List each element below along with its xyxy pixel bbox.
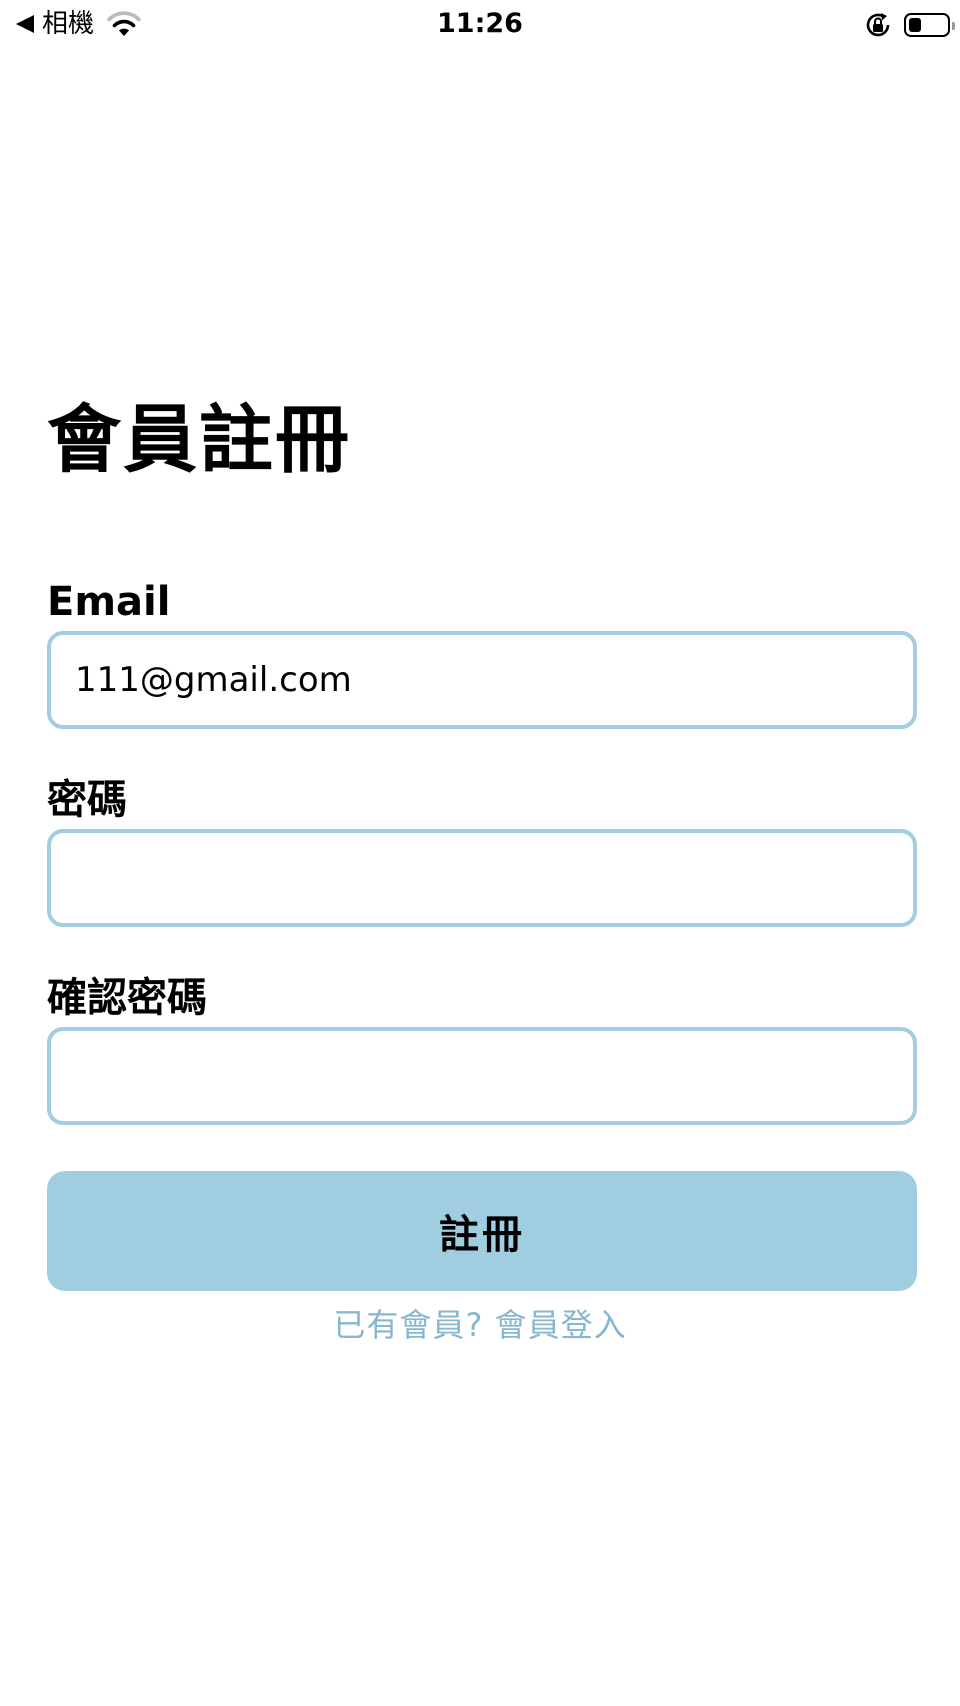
status-right-icons bbox=[864, 8, 955, 42]
password-field[interactable] bbox=[47, 829, 917, 927]
status-bar: 相機 11:26 bbox=[0, 0, 960, 50]
confirm-password-field[interactable] bbox=[47, 1027, 917, 1125]
status-time: 11:26 bbox=[437, 8, 523, 39]
rotation-lock-icon bbox=[866, 13, 890, 37]
register-button[interactable]: 註冊 bbox=[47, 1171, 917, 1291]
battery-cap bbox=[952, 22, 955, 30]
password-label: 密碼 bbox=[47, 777, 127, 823]
battery-level bbox=[909, 18, 921, 32]
email-label: Email bbox=[47, 579, 171, 625]
confirm-password-label: 確認密碼 bbox=[47, 975, 207, 1021]
battery-icon bbox=[904, 13, 955, 37]
email-field[interactable] bbox=[47, 631, 917, 729]
page-title: 會員註冊 bbox=[47, 397, 351, 483]
login-link[interactable]: 已有會員? 會員登入 bbox=[0, 1303, 960, 1347]
